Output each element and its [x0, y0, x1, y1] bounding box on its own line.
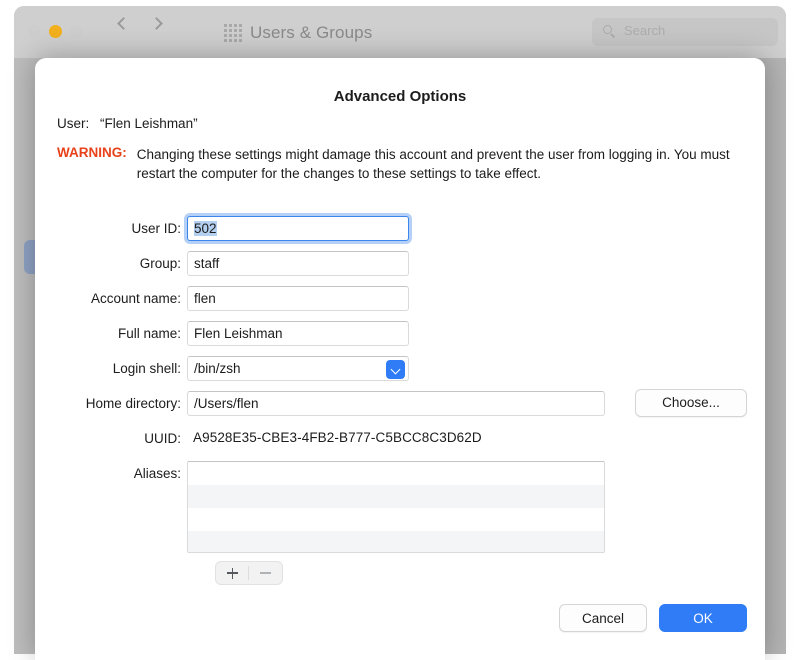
- uuid-value: A9528E35-CBE3-4FB2-B777-C5BCC8C3D62D: [193, 430, 482, 445]
- search-placeholder: Search: [624, 23, 666, 38]
- list-item[interactable]: [188, 485, 604, 508]
- dialog-title: Advanced Options: [333, 88, 467, 105]
- field-row-user-id: User ID: 502: [35, 216, 765, 251]
- user-row: User: “Flen Leishman”: [57, 116, 198, 131]
- field-row-aliases: Aliases:: [35, 461, 765, 585]
- zoom-button[interactable]: [70, 25, 83, 38]
- full-name-value: Flen Leishman: [194, 326, 283, 341]
- list-item[interactable]: [188, 508, 604, 531]
- dialog-button-bar: Cancel OK: [559, 604, 747, 632]
- search-icon: [603, 25, 616, 38]
- search-field[interactable]: Search: [592, 18, 778, 46]
- close-button[interactable]: [28, 25, 41, 38]
- field-row-full-name: Full name: Flen Leishman: [35, 321, 765, 356]
- warning-text: Changing these settings might damage thi…: [136, 147, 730, 181]
- chevron-right-icon[interactable]: [150, 17, 163, 30]
- group-value: staff: [194, 256, 220, 271]
- user-id-input[interactable]: 502: [187, 216, 409, 241]
- ok-button[interactable]: OK: [659, 604, 747, 632]
- warning-label: WARNING:: [57, 145, 127, 160]
- field-row-uuid: UUID: A9528E35-CBE3-4FB2-B777-C5BCC8C3D6…: [35, 426, 765, 461]
- advanced-options-dialog: Advanced Options User: “Flen Leishman” W…: [35, 58, 765, 660]
- uuid-label: UUID:: [144, 431, 181, 446]
- login-shell-popup[interactable]: /bin/zsh: [187, 356, 409, 381]
- account-name-label: Account name:: [90, 291, 181, 306]
- home-directory-value: /Users/flen: [194, 396, 259, 411]
- user-label: User:: [57, 116, 90, 131]
- window-titlebar: Users & Groups Search: [14, 6, 786, 58]
- user-id-label: User ID:: [131, 221, 181, 236]
- traffic-lights: [28, 25, 83, 38]
- choose-button[interactable]: Choose...: [635, 389, 747, 417]
- cancel-button[interactable]: Cancel: [559, 604, 647, 632]
- add-alias-button[interactable]: [216, 562, 249, 584]
- field-row-home-directory: Home directory: /Users/flen Choose...: [35, 389, 765, 426]
- list-item[interactable]: [188, 462, 604, 485]
- field-row-account-name: Account name: flen: [35, 286, 765, 321]
- chevron-left-icon[interactable]: [117, 17, 130, 30]
- nav-arrows: [117, 17, 163, 30]
- field-row-group: Group: staff: [35, 251, 765, 286]
- aliases-add-remove-group: [215, 561, 283, 585]
- aliases-label: Aliases:: [133, 466, 181, 481]
- login-shell-label: Login shell:: [112, 361, 181, 376]
- login-shell-value: /bin/zsh: [194, 361, 241, 376]
- account-name-value: flen: [194, 291, 216, 306]
- full-name-input[interactable]: Flen Leishman: [187, 321, 409, 346]
- user-id-value: 502: [194, 221, 217, 236]
- home-directory-label: Home directory:: [85, 396, 181, 411]
- window-title: Users & Groups: [250, 23, 373, 42]
- screen: Users & Groups Search Advanced Options U…: [0, 0, 800, 660]
- chevron-down-icon[interactable]: [386, 360, 405, 379]
- home-directory-input[interactable]: /Users/flen: [187, 391, 605, 416]
- aliases-list[interactable]: [187, 461, 605, 553]
- account-name-input[interactable]: flen: [187, 286, 409, 311]
- advanced-options-form: User ID: 502 Group: staff Account name: …: [35, 216, 765, 585]
- full-name-label: Full name:: [117, 326, 181, 341]
- field-row-login-shell: Login shell: /bin/zsh: [35, 356, 765, 391]
- warning-row: WARNING: Changing these settings might d…: [57, 145, 747, 183]
- user-value: “Flen Leishman”: [100, 116, 198, 131]
- remove-alias-button[interactable]: [249, 562, 282, 584]
- group-input[interactable]: staff: [187, 251, 409, 276]
- minimize-button[interactable]: [49, 25, 62, 38]
- list-item[interactable]: [188, 531, 604, 552]
- group-label: Group:: [139, 256, 181, 271]
- grid-apps-icon[interactable]: [224, 24, 242, 42]
